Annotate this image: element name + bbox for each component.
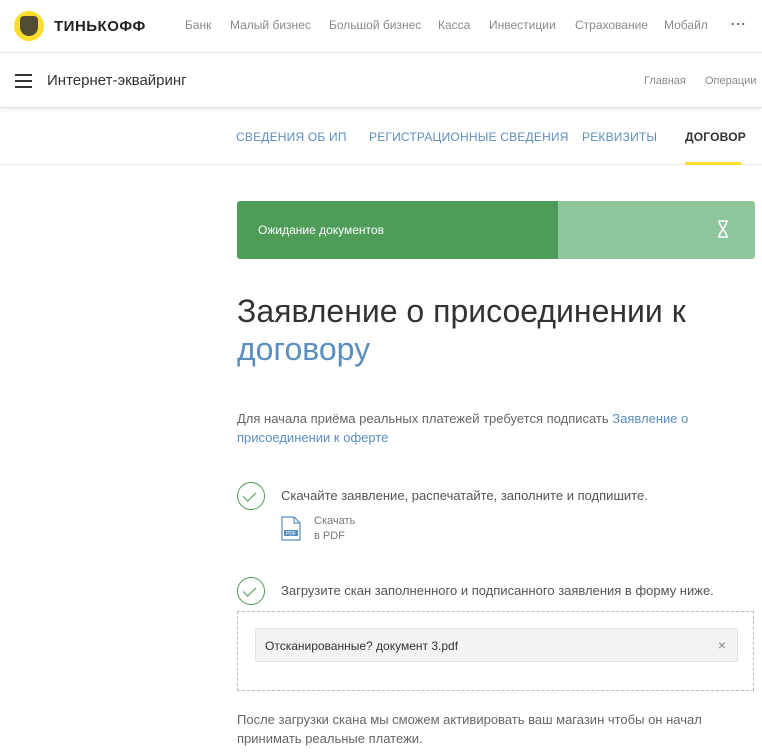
tab-registration[interactable]: РЕГИСТРАЦИОННЫЕ СВЕДЕНИЯ xyxy=(369,130,569,144)
subnav-home[interactable]: Главная xyxy=(644,75,686,87)
after-upload-note: После загрузки скана мы сможем активиров… xyxy=(237,712,702,746)
tinkoff-logo[interactable]: ТИНЬКОФФ xyxy=(14,11,146,41)
active-tab-indicator xyxy=(685,162,741,165)
uploaded-file-name: Отсканированные? документ 3.pdf xyxy=(265,639,459,653)
file-upload-dropzone[interactable]: Отсканированные? документ 3.pdf × xyxy=(237,611,754,691)
tab-requisites[interactable]: РЕКВИЗИТЫ xyxy=(582,130,657,144)
close-icon[interactable]: × xyxy=(718,637,726,653)
step-1-check-icon xyxy=(237,482,265,510)
download-pdf-label: Скачать в PDF xyxy=(314,514,374,544)
subnav-operations[interactable]: Операции xyxy=(705,75,756,87)
contract-link[interactable]: договору xyxy=(237,331,370,367)
tab-ip-info[interactable]: СВЕДЕНИЯ ОБ ИП xyxy=(236,130,347,144)
topnav-bank[interactable]: Банк xyxy=(185,18,211,32)
step-1-text: Скачайте заявление, распечатайте, заполн… xyxy=(281,488,648,503)
intro-text: Для начала приёма реальных платежей треб… xyxy=(237,411,613,426)
status-text: Ожидание документов xyxy=(237,201,558,259)
page-title: Заявление о присоединении к договору xyxy=(237,292,757,368)
pdf-icon-label: PDF xyxy=(286,531,296,537)
tab-contract[interactable]: ДОГОВОР xyxy=(685,130,746,144)
product-title: Интернет-эквайринг xyxy=(47,72,187,89)
topnav-mobile[interactable]: Мобайл xyxy=(664,18,708,32)
shield-logo-icon xyxy=(14,11,44,41)
intro-paragraph: Для начала приёма реальных платежей треб… xyxy=(237,409,737,447)
topnav-big-business[interactable]: Большой бизнес xyxy=(329,18,421,32)
status-banner: Ожидание документов xyxy=(237,201,755,259)
pdf-file-icon: PDF xyxy=(281,516,301,541)
page-title-text: Заявление о присоединении к xyxy=(237,293,686,329)
product-header: Интернет-эквайринг Главная Операции xyxy=(0,54,762,108)
top-navigation-bar: ТИНЬКОФФ Банк Малый бизнес Большой бизне… xyxy=(0,0,762,53)
download-pdf-link[interactable]: PDF Скачать в PDF xyxy=(281,514,374,544)
topnav-investments[interactable]: Инвестиции xyxy=(489,18,556,32)
uploaded-file-chip: Отсканированные? документ 3.pdf × xyxy=(255,628,738,662)
download-line-2: в PDF xyxy=(314,530,345,542)
tabs-bar: СВЕДЕНИЯ ОБ ИП РЕГИСТРАЦИОННЫЕ СВЕДЕНИЯ … xyxy=(0,110,762,165)
status-icon-area xyxy=(558,201,755,259)
step-2-check-icon xyxy=(237,577,265,605)
topnav-insurance[interactable]: Страхование xyxy=(575,18,648,32)
hourglass-icon xyxy=(718,220,728,238)
hamburger-menu-icon[interactable] xyxy=(15,74,32,88)
step-2-text: Загрузите скан заполненного и подписанно… xyxy=(281,583,714,598)
brand-name: ТИНЬКОФФ xyxy=(54,17,146,35)
download-line-1: Скачать xyxy=(314,515,356,527)
more-icon[interactable]: ⋯ xyxy=(730,14,747,34)
topnav-small-business[interactable]: Малый бизнес xyxy=(230,18,311,32)
topnav-kassa[interactable]: Касса xyxy=(438,18,470,32)
